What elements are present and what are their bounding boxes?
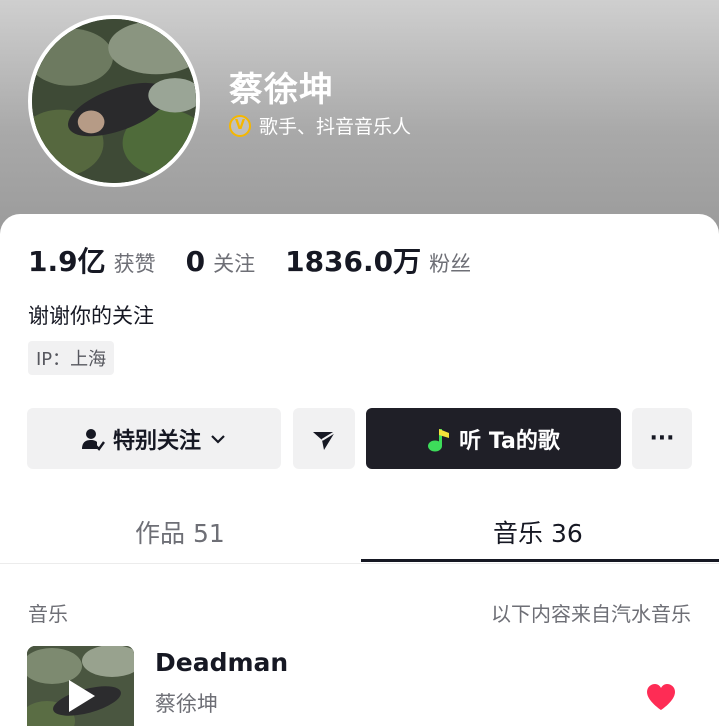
listen-songs-button[interactable]: 听 Ta的歌 [366,408,621,469]
profile-name: 蔡徐坤 [229,70,334,110]
tab-works[interactable]: 作品 51 [135,514,225,550]
following-label[interactable]: 关注 [213,248,255,278]
song-cover-image [27,646,134,726]
tab-music[interactable]: 音乐 36 [493,514,583,550]
likes-count: 1.9亿 [28,245,106,278]
music-note-icon [428,428,450,451]
song-artist: 蔡徐坤 [155,692,218,716]
special-follow-label: 特别关注 [112,428,201,454]
send-icon [313,430,336,450]
followers-label[interactable]: 粉丝 [429,248,471,278]
verified-text: 歌手、抖音音乐人 [259,116,412,138]
likes-label: 获赞 [113,252,156,276]
listen-songs-label: 听 Ta的歌 [459,428,560,454]
stats-row: 1.9亿 获赞 0 关注 1836.0万 粉丝 [28,240,501,280]
verification: V 歌手、抖音音乐人 [229,112,411,139]
more-options-button[interactable]: ··· [632,408,692,469]
followers-count[interactable]: 1836.0万 [285,240,421,280]
active-tab-indicator [361,559,719,562]
special-follow-button[interactable]: 特别关注 [27,408,281,469]
avatar[interactable] [28,15,200,187]
song-cover[interactable] [27,646,134,726]
following-count[interactable]: 0 [186,245,205,278]
send-message-button[interactable] [293,408,355,469]
music-section-title: 音乐 [28,602,68,626]
like-heart-icon[interactable] [645,682,677,712]
avatar-image [32,19,196,183]
bio: 谢谢你的关注 [28,304,154,328]
more-icon: ··· [649,426,675,451]
ip-location: IP：上海 [28,341,115,375]
music-source-note: 以下内容来自汽水音乐 [491,602,691,626]
song-title[interactable]: Deadman [155,648,288,677]
content-tabs: 作品 51 音乐 36 [0,500,719,564]
verified-icon: V [229,114,251,137]
chevron-down-icon [211,434,225,444]
user-follow-icon [81,428,105,451]
